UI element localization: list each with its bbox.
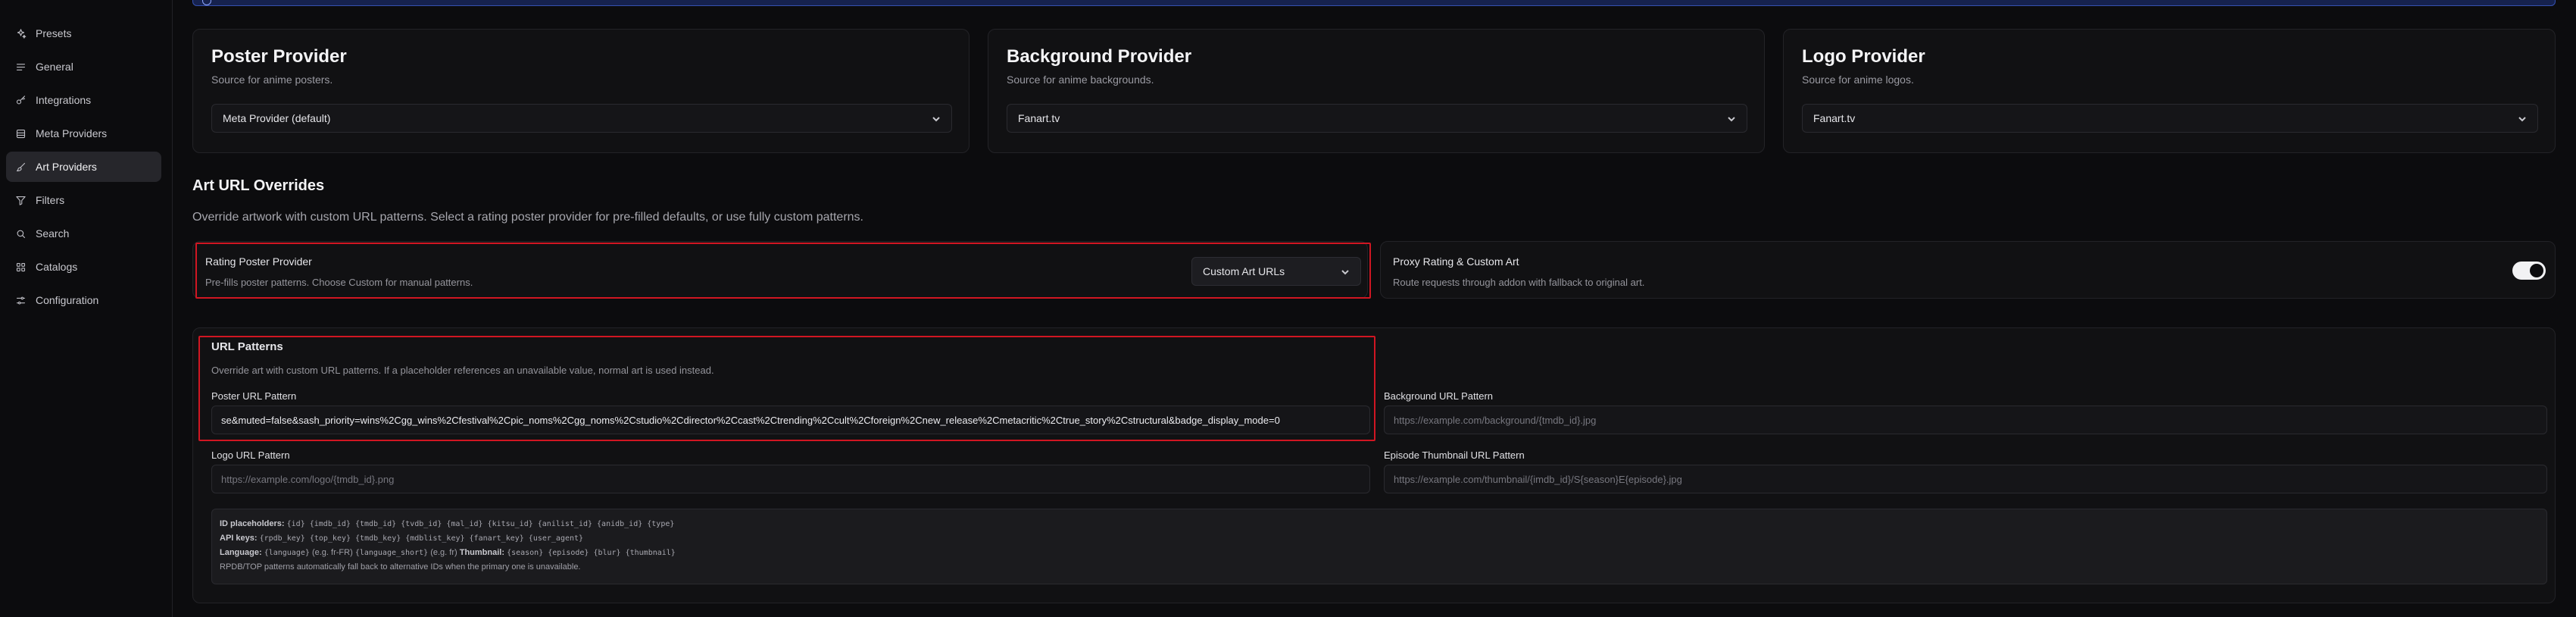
thumbnail-url-label: Episode Thumbnail URL Pattern xyxy=(1384,449,1525,461)
sidebar-item-label: Art Providers xyxy=(36,161,97,173)
proxy-toggle[interactable] xyxy=(2512,262,2546,280)
filter-icon xyxy=(16,196,26,205)
placeholder-help-box: ID placeholders: {id} {imdb_id} {tmdb_id… xyxy=(211,509,2547,584)
background-provider-subtitle: Source for anime backgrounds. xyxy=(1007,74,1154,86)
poster-provider-select[interactable]: Meta Provider (default) xyxy=(211,104,952,133)
sliders-icon xyxy=(16,296,26,304)
background-provider-select[interactable]: Fanart.tv xyxy=(1007,104,1747,133)
logo-url-label: Logo URL Pattern xyxy=(211,449,290,461)
poster-provider-subtitle: Source for anime posters. xyxy=(211,74,333,86)
url-patterns-description: Override art with custom URL patterns. I… xyxy=(211,365,714,376)
grid-icon xyxy=(16,262,26,271)
logo-provider-card: Logo Provider Source for anime logos. Fa… xyxy=(1783,29,2556,153)
sidebar-item-general[interactable]: General xyxy=(6,52,161,82)
sidebar-item-search[interactable]: Search xyxy=(6,218,161,249)
rating-provider-title: Rating Poster Provider xyxy=(205,255,312,268)
sidebar: Presets General Integrations Meta Provid… xyxy=(0,0,173,617)
info-banner xyxy=(192,0,2556,6)
language-value: {language} xyxy=(264,549,310,557)
chevron-down-icon xyxy=(1727,114,1736,123)
language-short-example: (e.g. fr) xyxy=(430,548,457,557)
logo-provider-title: Logo Provider xyxy=(1802,46,1925,67)
url-patterns-title: URL Patterns xyxy=(211,340,283,353)
background-url-input[interactable]: https://example.com/background/{tmdb_id}… xyxy=(1384,406,2547,434)
poster-url-input[interactable]: se&muted=false&sash_priority=wins%2Cgg_w… xyxy=(211,406,1370,434)
key-icon xyxy=(16,95,26,104)
id-placeholders-values: {id} {imdb_id} {tmdb_id} {tvdb_id} {mal_… xyxy=(286,520,675,528)
sidebar-item-filters[interactable]: Filters xyxy=(6,185,161,215)
placeholder-note: RPDB/TOP patterns automatically fall bac… xyxy=(220,562,581,572)
sidebar-item-label: Catalogs xyxy=(36,261,78,273)
language-short-value: {language_short} xyxy=(354,549,429,557)
sidebar-item-configuration[interactable]: Configuration xyxy=(6,285,161,315)
overrides-title: Art URL Overrides xyxy=(192,177,325,194)
background-provider-value: Fanart.tv xyxy=(1018,112,1060,124)
list-icon xyxy=(16,63,26,70)
rating-provider-select[interactable]: Custom Art URLs xyxy=(1191,257,1361,286)
info-icon xyxy=(202,0,211,5)
brush-icon xyxy=(16,162,26,171)
sparkles-icon xyxy=(17,28,27,39)
sidebar-item-presets[interactable]: Presets xyxy=(6,18,161,49)
proxy-card: Proxy Rating & Custom Art Route requests… xyxy=(1380,241,2556,299)
sidebar-item-meta-providers[interactable]: Meta Providers xyxy=(6,118,161,149)
poster-provider-value: Meta Provider (default) xyxy=(223,112,331,124)
rating-provider-value: Custom Art URLs xyxy=(1203,265,1285,277)
logo-provider-subtitle: Source for anime logos. xyxy=(1802,74,1914,86)
thumbnail-label: Thumbnail: xyxy=(459,548,504,557)
rating-provider-description: Pre-fills poster patterns. Choose Custom… xyxy=(205,277,473,288)
search-icon xyxy=(17,230,26,238)
poster-provider-title: Poster Provider xyxy=(211,46,347,67)
database-icon xyxy=(16,129,26,138)
sidebar-item-art-providers[interactable]: Art Providers xyxy=(6,152,161,182)
chevron-down-icon xyxy=(932,114,941,123)
chevron-down-icon xyxy=(1341,267,1350,276)
rating-poster-provider-card: Rating Poster Provider Pre-fills poster … xyxy=(192,241,1368,299)
thumbnail-url-input[interactable]: https://example.com/thumbnail/{imdb_id}/… xyxy=(1384,465,2547,493)
logo-provider-value: Fanart.tv xyxy=(1813,112,1856,124)
sidebar-item-label: General xyxy=(36,61,73,73)
chevron-down-icon xyxy=(2518,114,2527,123)
api-keys-label: API keys: xyxy=(220,534,258,543)
sidebar-item-label: Meta Providers xyxy=(36,127,108,139)
proxy-title: Proxy Rating & Custom Art xyxy=(1393,255,1519,268)
sidebar-item-catalogs[interactable]: Catalogs xyxy=(6,252,161,282)
background-url-label: Background URL Pattern xyxy=(1384,390,1494,402)
sidebar-item-label: Filters xyxy=(36,194,65,206)
toggle-knob xyxy=(2530,264,2543,277)
id-placeholders-label: ID placeholders: xyxy=(220,519,285,528)
poster-url-label: Poster URL Pattern xyxy=(211,390,297,402)
overrides-description: Override artwork with custom URL pattern… xyxy=(192,211,863,224)
placeholder-row-language: Language: {language} (e.g. fr-FR) {langu… xyxy=(220,546,2539,560)
sidebar-item-label: Search xyxy=(36,227,70,240)
language-label: Language: xyxy=(220,548,262,557)
placeholder-row-ids: ID placeholders: {id} {imdb_id} {tmdb_id… xyxy=(220,517,2539,531)
background-provider-card: Background Provider Source for anime bac… xyxy=(988,29,1765,153)
sidebar-item-integrations[interactable]: Integrations xyxy=(6,85,161,115)
placeholder-row-api: API keys: {rpdb_key} {top_key} {tmdb_key… xyxy=(220,531,2539,546)
thumbnail-values: {season} {episode} {blur} {thumbnail} xyxy=(507,549,676,557)
api-keys-values: {rpdb_key} {top_key} {tmdb_key} {mdblist… xyxy=(259,534,584,543)
url-patterns-card: URL Patterns Override art with custom UR… xyxy=(192,327,2556,603)
poster-provider-card: Poster Provider Source for anime posters… xyxy=(192,29,970,153)
main-content: Poster Provider Source for anime posters… xyxy=(192,0,2556,617)
logo-provider-select[interactable]: Fanart.tv xyxy=(1802,104,2538,133)
sidebar-item-label: Presets xyxy=(36,27,72,39)
background-provider-title: Background Provider xyxy=(1007,46,1192,67)
proxy-description: Route requests through addon with fallba… xyxy=(1393,277,1645,288)
sidebar-item-label: Configuration xyxy=(36,294,99,306)
language-example: (e.g. fr-FR) xyxy=(311,548,353,557)
sidebar-item-label: Integrations xyxy=(36,94,92,106)
logo-url-input[interactable]: https://example.com/logo/{tmdb_id}.png xyxy=(211,465,1370,493)
